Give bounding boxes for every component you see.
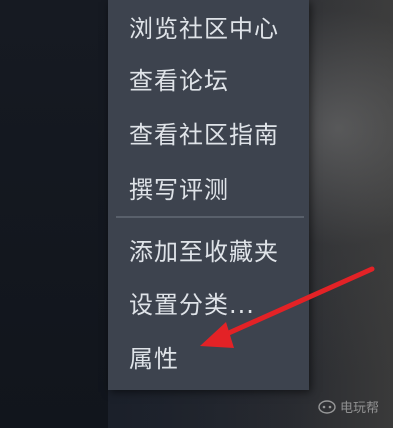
menu-item-label: 查看论坛 [129,66,229,95]
watermark-logo-icon [318,399,336,414]
menu-item-view-community-guides[interactable]: 查看社区指南 [108,109,309,155]
context-menu: 浏览社区中心 查看论坛 查看社区指南 撰写评测 添加至收藏夹 设置分类... 属… [108,0,309,390]
menu-item-add-to-favorites[interactable]: 添加至收藏夹 [108,226,309,272]
menu-item-label: 设置分类... [129,290,255,319]
menu-item-browse-community-hub[interactable]: 浏览社区中心 [108,3,309,49]
menu-item-label: 添加至收藏夹 [129,237,279,266]
watermark-text: 电玩帮 [339,401,379,416]
menu-item-write-review[interactable]: 撰写评测 [108,164,309,210]
menu-item-label: 查看社区指南 [129,120,279,149]
menu-item-view-forums[interactable]: 查看论坛 [108,55,309,101]
menu-item-properties[interactable]: 属性 [108,333,309,379]
menu-item-set-categories[interactable]: 设置分类... [108,279,309,325]
menu-item-label: 属性 [129,344,179,373]
menu-separator [116,216,304,218]
menu-item-label: 浏览社区中心 [129,14,279,43]
background-panel [0,0,108,428]
menu-item-label: 撰写评测 [129,175,229,204]
watermark: 电玩帮 [318,397,379,416]
